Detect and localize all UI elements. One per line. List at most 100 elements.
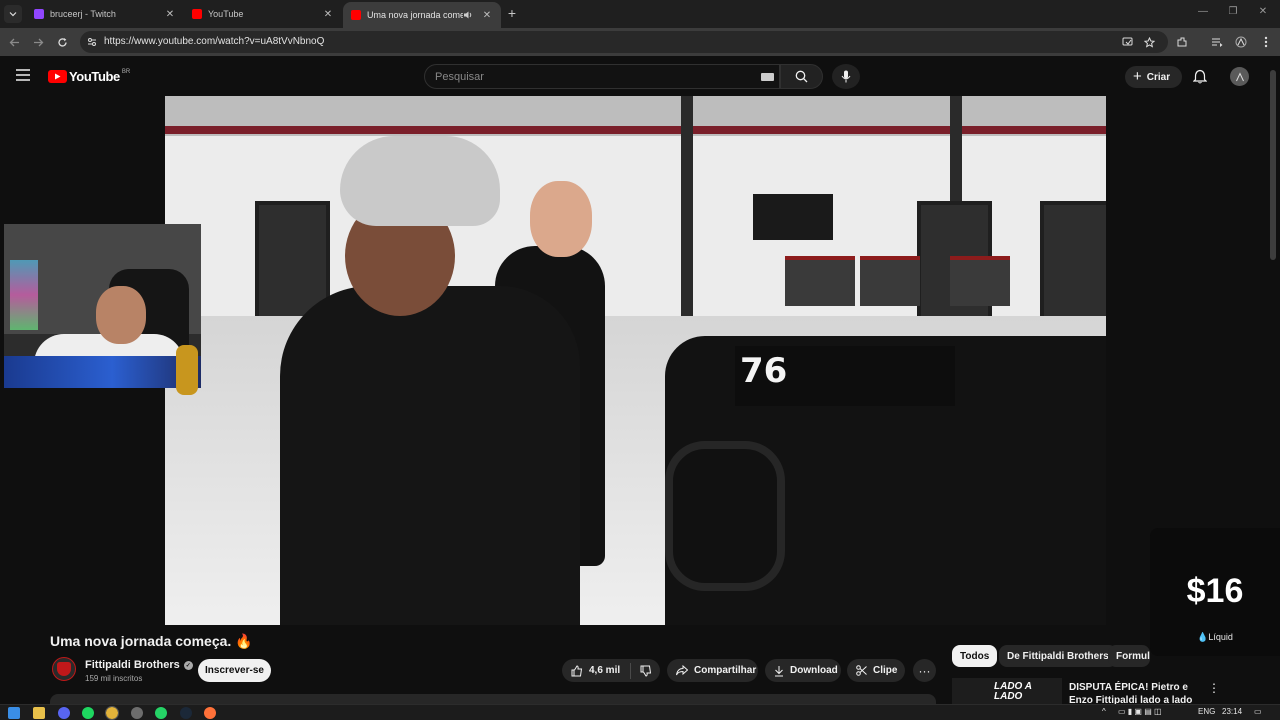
back-button[interactable] — [6, 34, 22, 50]
notification-center-icon[interactable]: ▭ — [1254, 707, 1262, 716]
tab-twitch[interactable]: bruceerj - Twitch ✕ — [26, 2, 184, 26]
chip-all[interactable]: Todos — [952, 645, 998, 667]
tray-overflow-icon[interactable]: ^ — [1102, 707, 1106, 716]
keyboard-icon[interactable] — [761, 73, 774, 81]
donation-amount: $16 — [1186, 572, 1244, 610]
bookmark-star-icon[interactable] — [1142, 35, 1156, 49]
tab-youtube[interactable]: YouTube ✕ — [184, 2, 342, 26]
youtube-favicon-icon — [192, 9, 202, 19]
clip-label: Clipe — [873, 665, 898, 676]
car-number: 76 — [740, 351, 788, 391]
chip-from-channel[interactable]: De Fittipaldi Brothers — [999, 645, 1117, 667]
page-scrollbar[interactable] — [1270, 70, 1276, 260]
windows-start-icon[interactable] — [8, 707, 20, 719]
forward-button[interactable] — [30, 34, 46, 50]
subscriber-count: 159 mil inscritos — [85, 674, 143, 683]
close-tab-icon[interactable]: ✕ — [164, 9, 176, 20]
notifications-bell-icon[interactable] — [1193, 69, 1208, 84]
youtube-logo[interactable]: YouTube BR — [48, 69, 130, 84]
video-frame-head — [530, 181, 592, 257]
search-button[interactable] — [780, 64, 823, 89]
youtube-header: YouTube BR Pesquisar + Criar — [0, 56, 1280, 96]
video-frame-tv — [753, 194, 833, 240]
reload-icon — [57, 37, 67, 47]
channel-name-text: Fittipaldi Brothers — [85, 659, 180, 671]
video-title: Uma nova jornada começa. 🔥 — [50, 633, 253, 649]
webcam-streamer-head — [96, 286, 146, 344]
more-actions-button[interactable]: ··· — [913, 659, 936, 682]
tab-title: bruceerj - Twitch — [50, 9, 116, 19]
webcam-overlay-band — [4, 356, 201, 388]
search-placeholder: Pesquisar — [435, 71, 484, 83]
reload-button[interactable] — [54, 34, 70, 50]
os-taskbar: ^ ▭ ▮ ▣ ▤ ◫ ENG 23:14 ▭ — [0, 704, 1280, 720]
share-label: Compartilhar — [694, 665, 757, 676]
browser-menu-icon[interactable] — [1258, 34, 1274, 50]
arrow-left-icon — [9, 38, 19, 46]
close-tab-icon[interactable]: ✕ — [322, 9, 334, 20]
file-explorer-icon[interactable] — [33, 707, 45, 719]
steam-icon[interactable] — [180, 707, 192, 719]
chrome-icon[interactable] — [105, 706, 119, 720]
minimize-button[interactable]: — — [1196, 6, 1210, 17]
arrow-right-icon — [33, 38, 43, 46]
download-label: Download — [790, 665, 838, 676]
like-dislike-group: 4,6 mil — [562, 659, 660, 682]
speaker-icon[interactable] — [463, 10, 475, 20]
dislike-icon[interactable] — [640, 665, 652, 677]
profile-icon[interactable] — [1233, 34, 1249, 50]
tab-search-button[interactable] — [4, 5, 22, 23]
close-window-button[interactable]: ✕ — [1256, 6, 1270, 17]
like-icon[interactable] — [571, 664, 583, 677]
language-indicator[interactable]: ENG — [1198, 707, 1215, 716]
address-bar[interactable]: https://www.youtube.com/watch?v=uA8tVvNb… — [80, 31, 1168, 53]
spotify-icon[interactable] — [82, 707, 94, 719]
new-tab-button[interactable]: + — [505, 5, 519, 21]
video-frame-cabinet — [785, 256, 855, 306]
extensions-icon[interactable] — [1174, 34, 1190, 50]
voice-search-button[interactable] — [832, 64, 860, 89]
firefox-icon[interactable] — [204, 707, 216, 719]
url-text: https://www.youtube.com/watch?v=uA8tVvNb… — [104, 36, 325, 47]
cast-icon[interactable] — [1120, 35, 1134, 49]
video-player[interactable]: 76 — [165, 96, 1106, 625]
account-avatar[interactable] — [1230, 67, 1249, 86]
description-box[interactable] — [50, 694, 936, 704]
video-frame-door — [1040, 201, 1106, 326]
clip-button[interactable]: Clipe — [847, 659, 905, 682]
media-controls-icon[interactable] — [1209, 34, 1225, 50]
browser-tab-strip: bruceerj - Twitch ✕ YouTube ✕ Uma nova j… — [0, 0, 1280, 28]
like-count[interactable]: 4,6 mil — [589, 665, 620, 676]
channel-name[interactable]: Fittipaldi Brothers ✓ — [85, 659, 193, 671]
twitch-favicon-icon — [34, 9, 44, 19]
close-tab-icon[interactable]: ✕ — [481, 10, 493, 21]
clock[interactable]: 23:14 — [1222, 707, 1242, 716]
whatsapp-icon[interactable] — [155, 707, 167, 719]
recommended-thumbnail[interactable]: LADO A LADO — [952, 678, 1062, 704]
video-frame-person — [280, 286, 580, 625]
tray-icons[interactable]: ▭ ▮ ▣ ▤ ◫ — [1118, 707, 1162, 716]
download-icon — [774, 665, 784, 677]
streamer-webcam — [4, 224, 201, 388]
site-info-icon[interactable] — [85, 35, 99, 49]
app-icon[interactable] — [131, 707, 143, 719]
logo-text: YouTube — [69, 69, 120, 84]
search-input[interactable]: Pesquisar — [424, 64, 780, 89]
recommended-menu-icon[interactable]: ⋮ — [1208, 681, 1220, 695]
discord-icon[interactable] — [58, 707, 70, 719]
download-button[interactable]: Download — [765, 659, 841, 682]
subscribe-button[interactable]: Inscrever-se — [198, 659, 271, 682]
share-button[interactable]: Compartilhar — [667, 659, 758, 682]
youtube-favicon-icon — [351, 10, 361, 20]
donation-label: 💧Líquid — [1197, 632, 1233, 642]
share-icon — [676, 665, 688, 676]
video-frame-tire — [665, 441, 785, 591]
menu-icon[interactable] — [16, 69, 30, 83]
tab-title: YouTube — [208, 9, 244, 19]
tab-title: Uma nova jornada começa — [367, 10, 463, 20]
tab-video-active[interactable]: Uma nova jornada começa ✕ — [343, 2, 501, 28]
restore-button[interactable]: ❐ — [1226, 6, 1240, 17]
chip-formula[interactable]: Formula — [1108, 645, 1150, 667]
channel-avatar[interactable] — [52, 657, 76, 681]
create-button[interactable]: + Criar — [1125, 66, 1182, 88]
